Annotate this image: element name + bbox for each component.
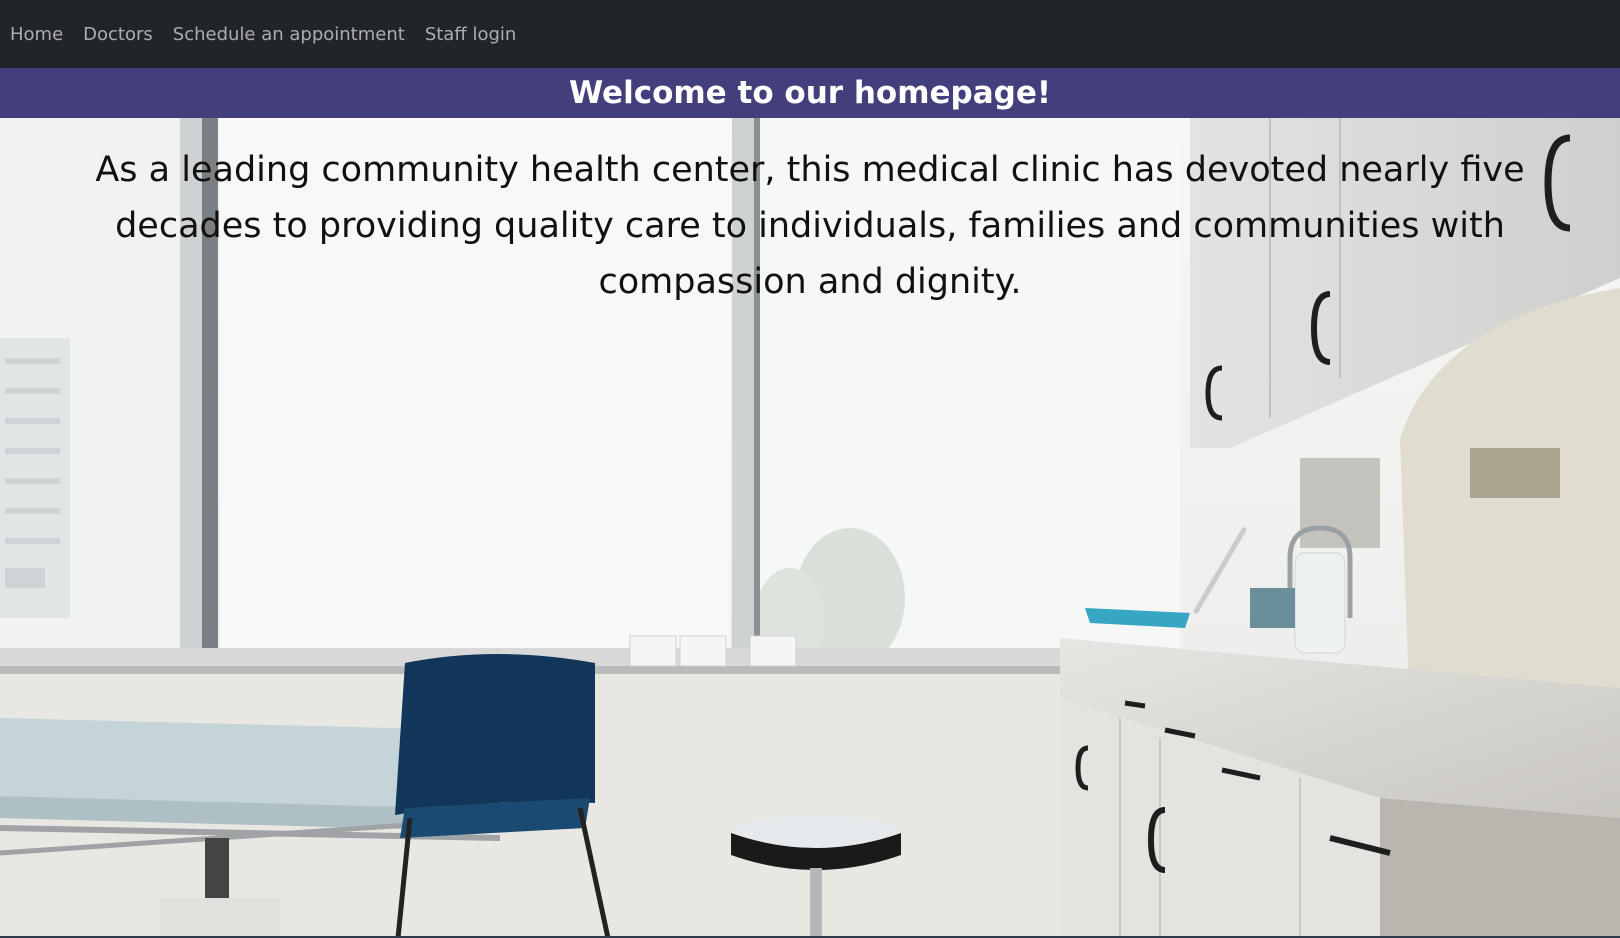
welcome-banner: Welcome to our homepage! bbox=[0, 68, 1620, 118]
nav-link-home[interactable]: Home bbox=[10, 24, 63, 45]
nav-link-staff-login[interactable]: Staff login bbox=[425, 24, 517, 45]
page-title: Welcome to our homepage! bbox=[568, 75, 1052, 111]
nav-link-schedule-appointment[interactable]: Schedule an appointment bbox=[173, 24, 405, 45]
intro-paragraph: As a leading community health center, th… bbox=[95, 150, 1525, 302]
top-navbar: Home Doctors Schedule an appointment Sta… bbox=[0, 0, 1620, 68]
nav-link-doctors[interactable]: Doctors bbox=[83, 24, 153, 45]
